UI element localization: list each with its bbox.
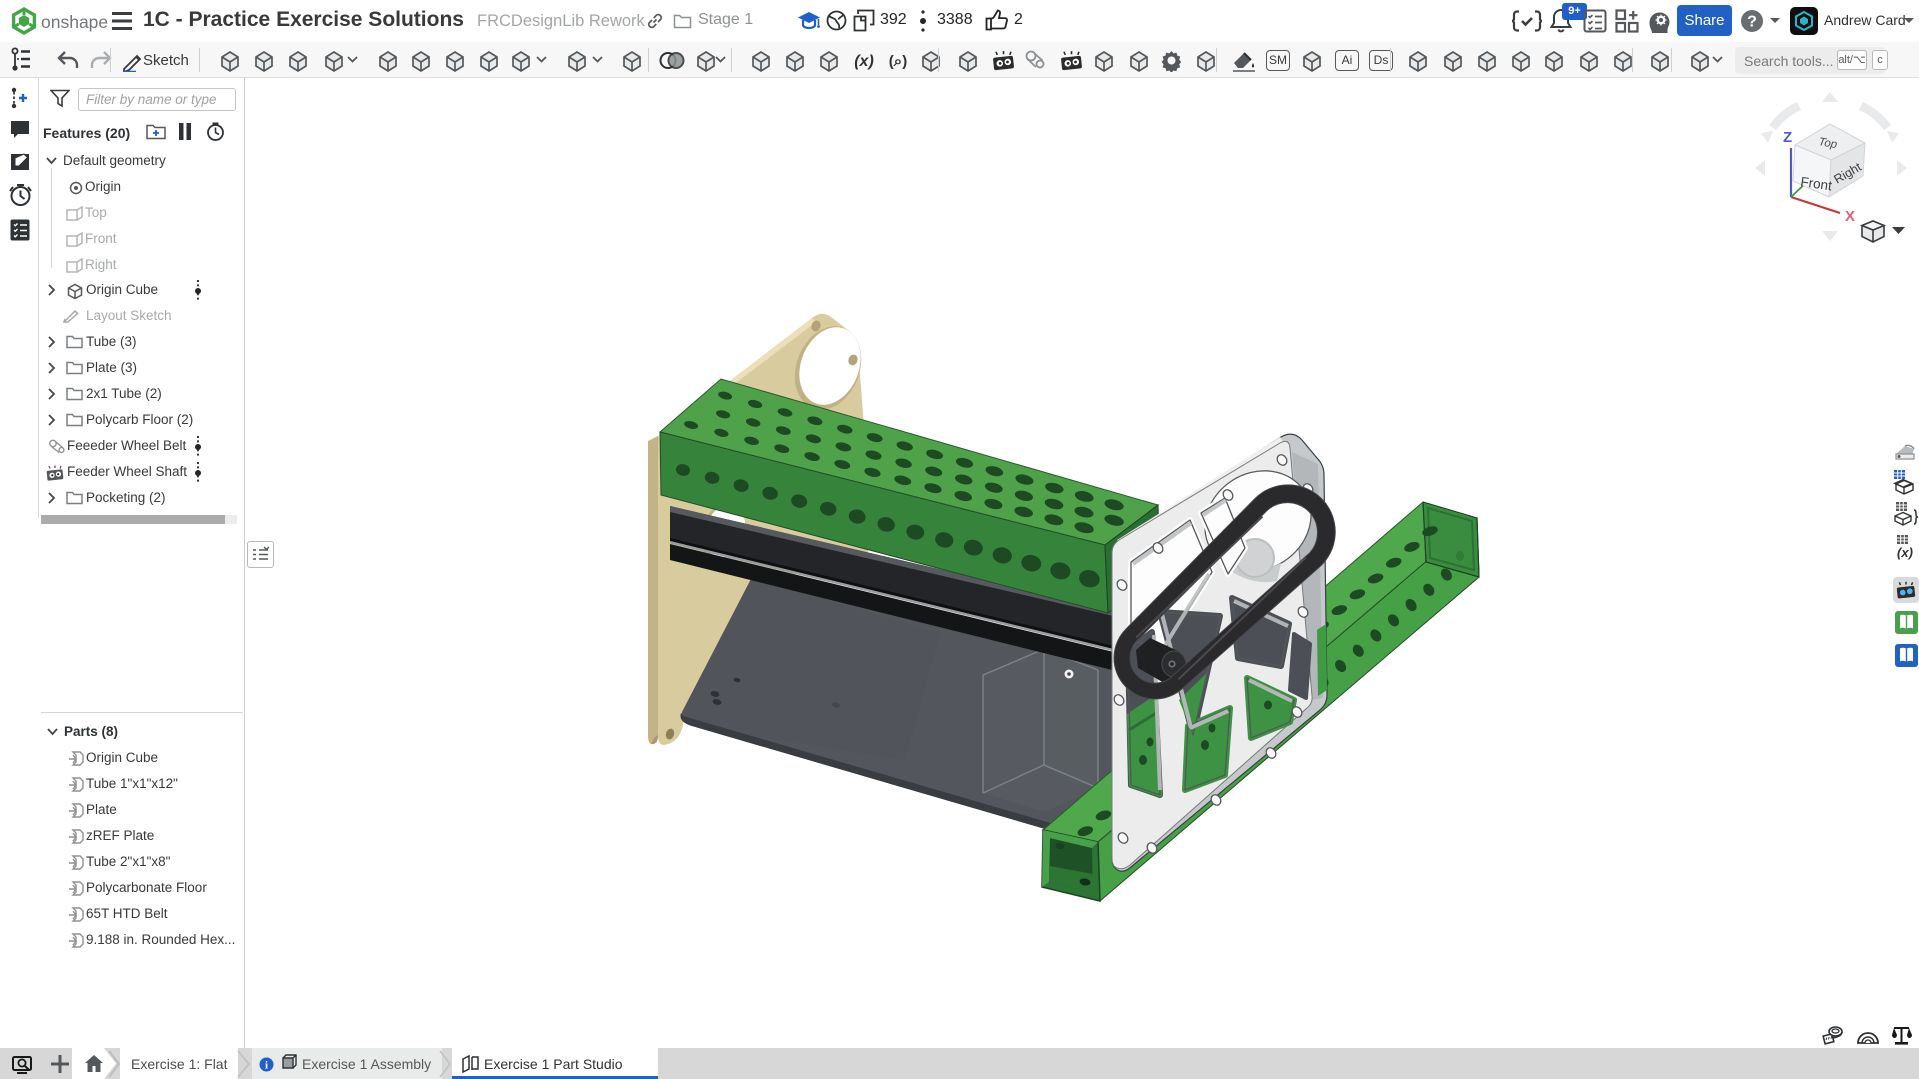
svg-text:(⌕): (⌕) [889,53,907,70]
svg-text:X: X [1845,208,1855,225]
svg-text:(x): (x) [854,53,874,70]
svg-text:Front: Front [1800,174,1834,193]
svg-text:onshape: onshape [41,12,108,32]
svg-text:?: ? [1747,14,1757,31]
svg-text:i: i [265,1060,268,1072]
svg-text:Z: Z [1783,129,1792,146]
svg-text:(x): (x) [1897,545,1913,560]
